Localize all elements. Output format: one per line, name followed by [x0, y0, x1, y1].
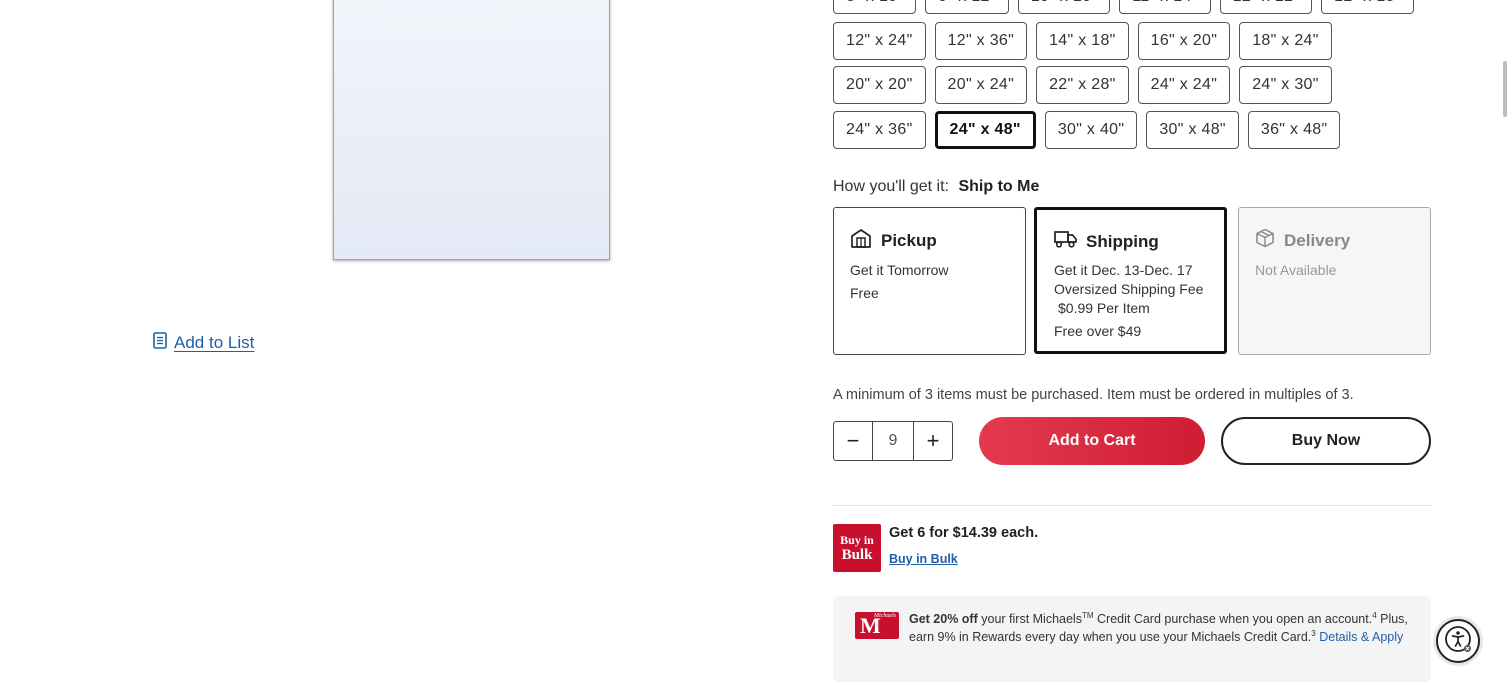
- size-option[interactable]: 12" x 36": [934, 22, 1028, 60]
- shipping-option[interactable]: Shipping Get it Dec. 13-Dec. 17 Oversize…: [1034, 207, 1227, 354]
- shipping-fee-value: $0.99 Per Item: [1058, 300, 1150, 316]
- credit-card-image: M Michaels: [855, 612, 899, 639]
- pickup-price: Free: [850, 285, 879, 301]
- size-option[interactable]: 20" x 24": [934, 66, 1028, 104]
- bulk-offer-text: Get 6 for $14.39 each.: [889, 525, 1039, 541]
- shipping-eta: Get it Dec. 13-Dec. 17: [1054, 262, 1193, 278]
- increment-button[interactable]: +: [914, 422, 952, 460]
- size-option[interactable]: 8" x 10": [833, 0, 917, 14]
- buy-in-bulk-link[interactable]: Buy in Bulk: [889, 552, 958, 566]
- store-icon: [850, 228, 872, 253]
- trademark: TM: [1081, 610, 1094, 620]
- decrement-button[interactable]: −: [834, 422, 872, 460]
- size-option[interactable]: 30" x 48": [1146, 111, 1239, 149]
- size-option[interactable]: 14" x 18": [1036, 22, 1129, 60]
- fulfillment-prompt: How you'll get it:: [833, 178, 949, 195]
- buy-in-bulk-badge: Buy in Bulk: [833, 524, 881, 572]
- minus-icon: −: [846, 428, 860, 453]
- divider: [833, 505, 1431, 506]
- pickup-option[interactable]: Pickup Get it Tomorrow Free: [833, 207, 1026, 355]
- product-image: [333, 0, 610, 260]
- size-option[interactable]: 22" x 28": [1036, 66, 1129, 104]
- accessibility-icon: [1443, 624, 1473, 659]
- size-option[interactable]: 18" x 24": [1239, 22, 1332, 60]
- truck-icon: [1054, 230, 1077, 253]
- size-options-row: 24" x 36" 24" x 48" 30" x 40" 30" x 48" …: [833, 111, 1341, 149]
- size-option[interactable]: 36" x 48": [1247, 111, 1341, 149]
- size-option[interactable]: 24" x 24": [1137, 66, 1231, 104]
- size-option[interactable]: 12" x 12": [1219, 0, 1313, 14]
- size-option[interactable]: 24" x 30": [1239, 66, 1332, 104]
- shipping-free-threshold: Free over $49: [1054, 323, 1142, 339]
- add-to-list-link[interactable]: Add to List: [153, 332, 254, 354]
- shipping-title: Shipping: [1086, 231, 1159, 251]
- size-option[interactable]: 16" x 20": [1137, 22, 1231, 60]
- credit-card-promo: M Michaels Get 20% off your first Michae…: [833, 596, 1431, 682]
- size-option[interactable]: 20" x 20": [833, 66, 926, 104]
- add-to-list-label: Add to List: [174, 333, 255, 352]
- accessibility-button[interactable]: [1436, 619, 1480, 663]
- fulfillment-selected: Ship to Me: [958, 178, 1040, 195]
- size-option[interactable]: 9" x 12": [925, 0, 1009, 14]
- promo-text-part: your first Michaels: [977, 612, 1082, 626]
- size-option[interactable]: 24" x 36": [833, 111, 926, 149]
- bulk-badge-line1: Buy in: [840, 532, 874, 547]
- delivery-option: Delivery Not Available: [1238, 207, 1431, 355]
- box-icon: [1255, 228, 1275, 253]
- details-apply-link[interactable]: Details & Apply: [1319, 630, 1403, 644]
- delivery-title: Delivery: [1284, 230, 1351, 250]
- promo-text-part: Credit Card purchase when you open an ac…: [1093, 612, 1373, 626]
- size-options-row: 12" x 24" 12" x 36" 14" x 18" 16" x 20" …: [833, 22, 1332, 60]
- plus-icon: +: [926, 428, 940, 453]
- shipping-fee-label: Oversized Shipping Fee: [1054, 281, 1204, 297]
- delivery-status: Not Available: [1255, 262, 1337, 278]
- size-options-row: 8" x 10" 9" x 12" 10" x 10" 11" x 14" 12…: [833, 0, 1414, 14]
- footnote-ref: 3: [1311, 628, 1316, 638]
- list-icon: [153, 332, 167, 354]
- size-options-row: 20" x 20" 20" x 24" 22" x 28" 24" x 24" …: [833, 66, 1332, 104]
- pickup-title: Pickup: [881, 230, 937, 250]
- promo-bold: Get 20% off: [909, 612, 978, 626]
- card-script: Michaels: [874, 613, 896, 619]
- size-option[interactable]: 12" x 18": [1321, 0, 1414, 14]
- buy-now-button[interactable]: Buy Now: [1221, 417, 1431, 465]
- size-option[interactable]: 10" x 10": [1017, 0, 1111, 14]
- quantity-input[interactable]: [872, 422, 914, 460]
- quantity-stepper: − +: [833, 421, 953, 461]
- scrollbar-thumb[interactable]: [1503, 61, 1507, 117]
- bulk-badge-line2: Bulk: [841, 546, 873, 563]
- size-option-selected[interactable]: 24" x 48": [934, 111, 1036, 149]
- size-option[interactable]: 30" x 40": [1044, 111, 1138, 149]
- fulfillment-heading: How you'll get it: Ship to Me: [833, 178, 1039, 196]
- add-to-cart-button[interactable]: Add to Cart: [979, 417, 1205, 465]
- minimum-purchase-note: A minimum of 3 items must be purchased. …: [833, 387, 1354, 403]
- promo-text: Get 20% off your first MichaelsTM Credit…: [909, 610, 1414, 646]
- size-option[interactable]: 11" x 14": [1119, 0, 1211, 14]
- size-option[interactable]: 12" x 24": [833, 22, 926, 60]
- pickup-eta: Get it Tomorrow: [850, 262, 949, 278]
